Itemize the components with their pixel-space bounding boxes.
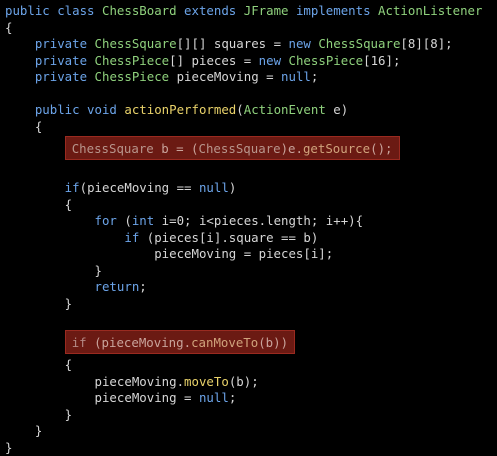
keyword: return <box>5 279 139 294</box>
keyword: new <box>289 36 319 51</box>
identifier: pieceMoving = <box>169 69 281 84</box>
code-line-22: pieceMoving.moveTo(b); <box>0 374 497 391</box>
keyword: if <box>5 230 147 245</box>
code-line-24: } <box>0 407 497 424</box>
keyword: null <box>199 390 229 405</box>
identifier: (b); <box>229 374 259 389</box>
method-name: getSource <box>303 141 370 156</box>
highlight-box-canmoveto: if (pieceMoving.canMoveTo(b)) <box>65 330 295 354</box>
identifier: [8][8]; <box>400 36 452 51</box>
code-line-16: } <box>0 263 497 280</box>
keyword: int <box>132 213 154 228</box>
type-name: ChessSquare <box>318 36 400 51</box>
keyword: public class <box>5 3 102 18</box>
keyword: private <box>5 53 95 68</box>
identifier: (pieceMoving == <box>80 180 199 195</box>
keyword: null <box>199 180 229 195</box>
identifier: e) <box>326 102 348 117</box>
code-line-10 <box>0 164 497 181</box>
keyword: if <box>5 180 80 195</box>
code-line-17: return; <box>0 279 497 296</box>
identifier: pieceMoving = <box>5 390 199 405</box>
type-name: ChessBoard <box>102 3 177 18</box>
identifier: (b)) <box>258 335 288 350</box>
method-name: moveTo <box>184 374 229 389</box>
code-line-1: public class ChessBoard extends JFrame i… <box>0 3 497 20</box>
code-line-14: if (pieces[i].square == b) <box>0 230 497 247</box>
identifier: [16]; <box>363 53 400 68</box>
identifier: ( <box>124 213 131 228</box>
code-line-23: pieceMoving = null; <box>0 390 497 407</box>
type-name: ChessSquare <box>72 141 154 156</box>
code-line-18: } <box>0 296 497 313</box>
code-line-4: private ChessPiece[] pieces = new ChessP… <box>0 53 497 70</box>
code-line-12: { <box>0 197 497 214</box>
identifier: [][] squares = <box>177 36 289 51</box>
keyword: new <box>259 53 289 68</box>
identifier: ) <box>229 180 236 195</box>
code-line-3: private ChessSquare[][] squares = new Ch… <box>0 36 497 53</box>
identifier: pieceMoving. <box>5 374 184 389</box>
type-name: ChessSquare <box>199 141 281 156</box>
keyword: null <box>281 69 311 84</box>
keyword: extends <box>177 3 244 18</box>
identifier: ; <box>311 69 318 84</box>
identifier: ; <box>139 279 146 294</box>
code-line-6 <box>0 86 497 103</box>
method-name: actionPerformed <box>124 102 236 117</box>
identifier: i=0; i<pieces.length; i++){ <box>154 213 363 228</box>
identifier: [] pieces = <box>169 53 259 68</box>
code-line-9: ChessSquare b = (ChessSquare)e.getSource… <box>0 137 497 162</box>
code-line-13: for (int i=0; i<pieces.length; i++){ <box>0 213 497 230</box>
highlight-box-getsource: ChessSquare b = (ChessSquare)e.getSource… <box>65 136 400 160</box>
code-line-26: } <box>0 440 497 456</box>
identifier: (); <box>370 141 392 156</box>
identifier: b = ( <box>154 141 199 156</box>
identifier: ( <box>236 102 243 117</box>
keyword: public void <box>5 102 124 117</box>
keyword: private <box>5 69 95 84</box>
type-name: JFrame <box>244 3 289 18</box>
code-line-15: pieceMoving = pieces[i]; <box>0 246 497 263</box>
identifier: (pieceMoving. <box>94 335 191 350</box>
type-name: ChessPiece <box>95 53 170 68</box>
identifier: )e. <box>281 141 303 156</box>
type-name: ChessPiece <box>289 53 364 68</box>
type-name: ActionListener <box>378 3 482 18</box>
code-line-5: private ChessPiece pieceMoving = null; <box>0 69 497 86</box>
method-name: canMoveTo <box>191 335 258 350</box>
keyword: private <box>5 36 95 51</box>
type-name: ChessPiece <box>95 69 170 84</box>
code-line-20: if (pieceMoving.canMoveTo(b)) <box>0 331 497 356</box>
code-line-25: } <box>0 423 497 440</box>
code-line-8: { <box>0 119 497 136</box>
type-name: ActionEvent <box>244 102 326 117</box>
keyword: for <box>5 213 124 228</box>
keyword: if <box>72 335 94 350</box>
code-line-21: { <box>0 357 497 374</box>
code-line-7: public void actionPerformed(ActionEvent … <box>0 102 497 119</box>
code-editor[interactable]: public class ChessBoard extends JFrame i… <box>0 0 497 437</box>
identifier: (pieces[i].square == b) <box>147 230 319 245</box>
code-line-2: { <box>0 20 497 37</box>
type-name: ChessSquare <box>95 36 177 51</box>
keyword: implements <box>289 3 379 18</box>
code-line-11: if(pieceMoving == null) <box>0 180 497 197</box>
identifier: ; <box>229 390 236 405</box>
code-line-19 <box>0 312 497 329</box>
